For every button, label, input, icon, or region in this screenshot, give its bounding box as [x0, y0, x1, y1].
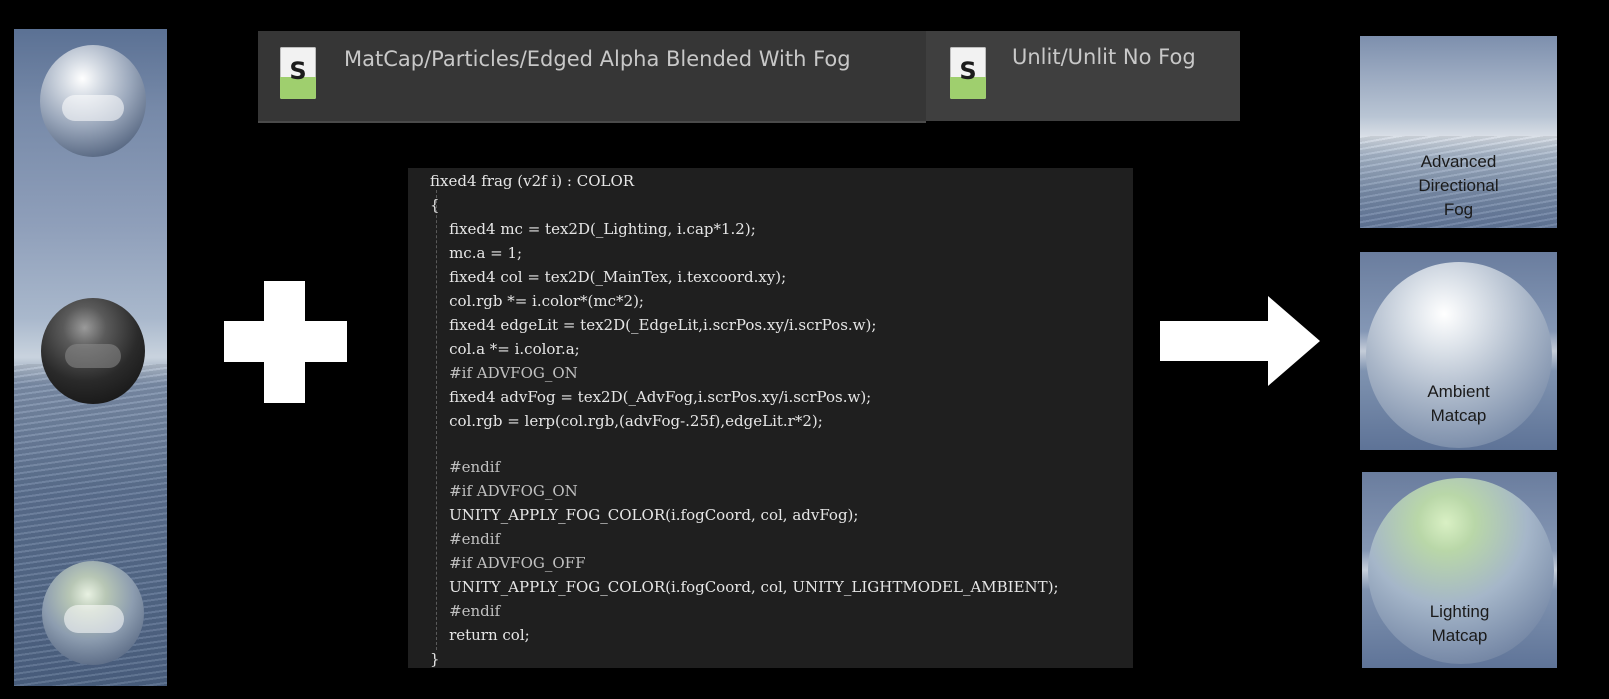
- preview-advanced-directional-fog: Advanced Directional Fog: [1360, 36, 1557, 228]
- tab-label: MatCap/Particles/Edged Alpha Blended Wit…: [344, 47, 851, 71]
- code-line: col.a *= i.color.a;: [430, 340, 580, 358]
- code-line: #if ADVFOG_OFF: [430, 554, 586, 572]
- code-line: col.rgb *= i.color*(mc*2);: [430, 292, 644, 310]
- code-line: fixed4 frag (v2f i) : COLOR: [430, 172, 635, 190]
- cloud-shape: [64, 605, 124, 633]
- tab-unlit-no-fog[interactable]: S Unlit/Unlit No Fog: [926, 31, 1240, 121]
- preview-label: Advanced Directional Fog: [1418, 152, 1499, 219]
- shader-tab-bar: S MatCap/Particles/Edged Alpha Blended W…: [258, 31, 1240, 123]
- particle-preview-strip: [14, 29, 167, 686]
- particle-sphere-bottom: [42, 561, 144, 665]
- preview-ambient-matcap: Ambient Matcap: [1360, 252, 1557, 450]
- shader-file-icon: S: [280, 47, 316, 99]
- cloud-shape: [65, 344, 121, 368]
- preview-lighting-matcap: Lighting Matcap: [1362, 472, 1557, 668]
- code-line: fixed4 col = tex2D(_MainTex, i.texcoord.…: [430, 268, 787, 286]
- code-line: #if ADVFOG_ON: [430, 482, 578, 500]
- code-line: fixed4 mc = tex2D(_Lighting, i.cap*1.2);: [430, 220, 756, 238]
- code-line: {: [430, 196, 440, 214]
- shader-file-icon: S: [950, 47, 986, 99]
- preview-label: Ambient Matcap: [1427, 382, 1490, 425]
- preview-label: Lighting Matcap: [1429, 602, 1490, 645]
- shader-code-panel: fixed4 frag (v2f i) : COLOR { fixed4 mc =…: [408, 168, 1133, 668]
- code-line: col.rgb = lerp(col.rgb,(advFog-.25f),edg…: [430, 412, 823, 430]
- code-line: fixed4 advFog = tex2D(_AdvFog,i.scrPos.x…: [430, 388, 872, 406]
- code-line: fixed4 edgeLit = tex2D(_EdgeLit,i.scrPos…: [430, 316, 877, 334]
- code-line: return col;: [430, 626, 530, 644]
- particle-sphere-middle: [41, 298, 145, 404]
- code-line: #endif: [430, 602, 501, 620]
- code-line: mc.a = 1;: [430, 244, 523, 262]
- tab-matcap-edged-alpha-fog[interactable]: S MatCap/Particles/Edged Alpha Blended W…: [258, 31, 926, 123]
- cloud-shape: [62, 95, 124, 121]
- code-line: #if ADVFOG_ON: [430, 364, 578, 382]
- code-line: UNITY_APPLY_FOG_COLOR(i.fogCoord, col, a…: [430, 506, 859, 524]
- code-line: }: [430, 650, 440, 668]
- code-line: #endif: [430, 458, 501, 476]
- particle-sphere-top: [40, 45, 146, 157]
- code-line: #endif: [430, 530, 501, 548]
- tab-label: Unlit/Unlit No Fog: [1012, 45, 1196, 69]
- code-line: UNITY_APPLY_FOG_COLOR(i.fogCoord, col, U…: [430, 578, 1059, 596]
